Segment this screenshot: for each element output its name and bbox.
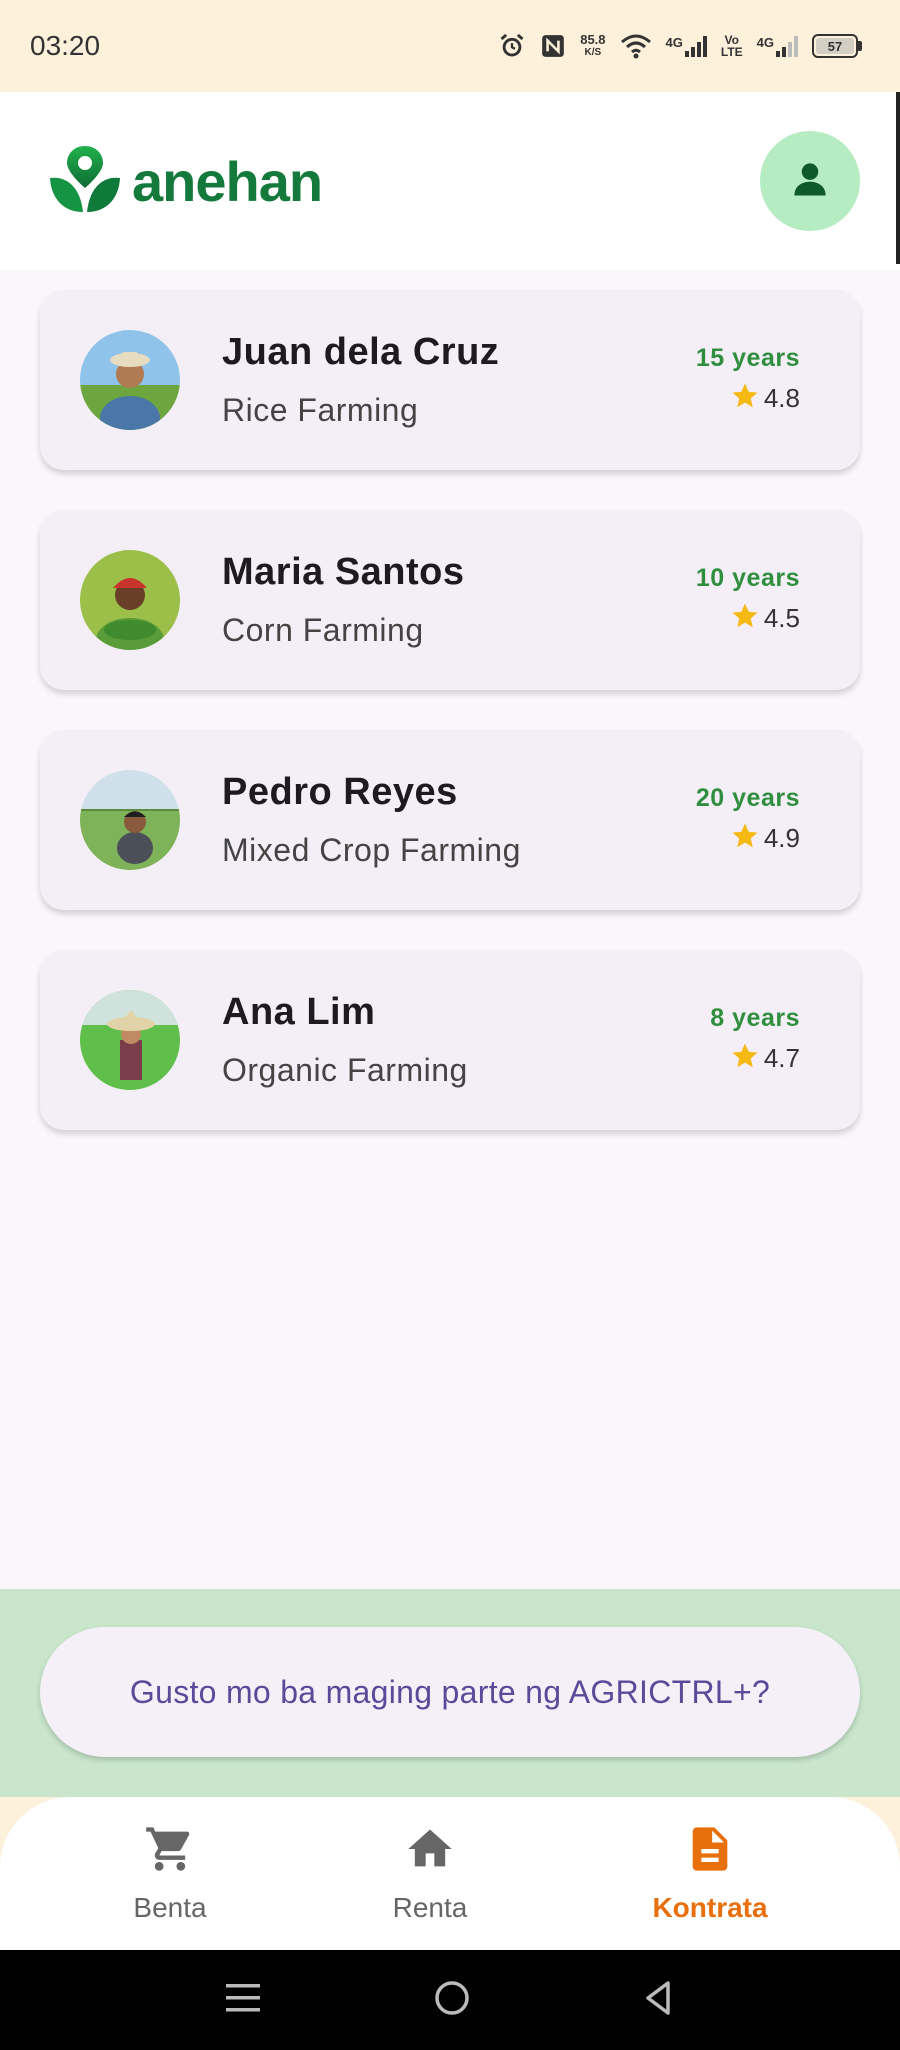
signal-bars-icon	[684, 35, 707, 57]
alarm-icon	[498, 32, 526, 60]
nav-item-kontrata[interactable]: Kontrata	[630, 1797, 790, 1950]
volte-badge: Vo LTE	[721, 34, 743, 58]
bottom-nav-container: Benta Renta Kontrata	[0, 1797, 900, 1950]
farmer-name: Pedro Reyes	[222, 771, 458, 813]
farmer-card[interactable]: Pedro Reyes Mixed Crop Farming 20 years …	[40, 730, 860, 910]
app-header: anehan	[0, 92, 900, 270]
status-bar: 03:20 85.8 K/S 4G Vo LTE 4G 57	[0, 0, 900, 92]
farming-type: Rice Farming	[222, 392, 419, 428]
star-icon	[730, 1041, 760, 1076]
farmer-name: Maria Santos	[222, 551, 465, 593]
farming-type: Organic Farming	[222, 1052, 468, 1088]
experience-years: 8 years	[710, 1004, 800, 1032]
net-speed-value: 85.8	[580, 32, 606, 47]
star-icon	[730, 821, 760, 856]
nav-item-benta[interactable]: Benta	[100, 1797, 240, 1950]
farmer-avatar	[80, 770, 180, 870]
battery-icon: 57	[812, 34, 862, 58]
experience-years: 10 years	[695, 564, 800, 592]
join-cta-button[interactable]: Gusto mo ba maging parte ng AGRICTRL+?	[40, 1627, 860, 1757]
status-icons: 85.8 K/S 4G Vo LTE 4G 57	[498, 32, 862, 60]
farmer-card[interactable]: Juan dela Cruz Rice Farming 15 years 4.8	[40, 290, 860, 470]
home-circle-icon[interactable]	[432, 1978, 472, 2023]
system-nav-bar	[0, 1950, 900, 2050]
network-type-2: 4G	[756, 35, 774, 50]
back-icon[interactable]	[640, 1978, 676, 2023]
net-speed: 85.8 K/S	[580, 33, 605, 59]
status-time: 03:20	[30, 30, 101, 61]
app-logo[interactable]: anehan	[48, 142, 323, 221]
rating-value: 4.9	[763, 823, 800, 853]
farmer-list: Juan dela Cruz Rice Farming 15 years 4.8…	[0, 270, 900, 1590]
scroll-indicator	[896, 92, 900, 264]
experience-years: 20 years	[695, 784, 800, 812]
battery-level: 57	[816, 38, 854, 54]
logo-text: anehan	[132, 149, 323, 213]
net-speed-unit: K/S	[584, 47, 602, 58]
network-type-1: 4G	[665, 35, 683, 50]
farmer-avatar	[80, 550, 180, 650]
wifi-icon	[620, 33, 652, 59]
nav-label-kontrata: Kontrata	[652, 1892, 768, 1923]
farming-type: Corn Farming	[222, 612, 424, 648]
profile-button[interactable]	[760, 131, 860, 231]
rating-value: 4.5	[763, 603, 800, 633]
farmer-avatar	[80, 990, 180, 1090]
nav-item-renta[interactable]: Renta	[360, 1797, 500, 1950]
star-icon	[730, 601, 760, 636]
rating-value: 4.7	[763, 1043, 800, 1073]
farmer-name: Ana Lim	[222, 991, 376, 1033]
person-icon	[788, 157, 832, 206]
farming-type: Mixed Crop Farming	[222, 832, 521, 868]
menu-icon[interactable]	[224, 1980, 264, 2021]
signal-bars-icon	[776, 35, 798, 57]
signal-1: 4G	[666, 35, 707, 57]
farmer-avatar	[80, 330, 180, 430]
logo-icon	[48, 142, 122, 221]
nav-label-renta: Renta	[392, 1892, 468, 1923]
home-icon	[404, 1823, 456, 1880]
cart-icon	[144, 1823, 196, 1880]
signal-2: 4G	[757, 35, 798, 57]
farmer-card[interactable]: Maria Santos Corn Farming 10 years 4.5	[40, 510, 860, 690]
nav-label-benta: Benta	[133, 1892, 207, 1923]
nfc-icon	[540, 33, 566, 59]
document-icon	[684, 1823, 736, 1880]
farmer-card[interactable]: Ana Lim Organic Farming 8 years 4.7	[40, 950, 860, 1130]
cta-section: Gusto mo ba maging parte ng AGRICTRL+?	[0, 1589, 900, 1797]
bottom-nav: Benta Renta Kontrata	[0, 1797, 900, 1950]
volte-bottom: LTE	[720, 45, 743, 59]
experience-years: 15 years	[695, 344, 800, 372]
farmer-name: Juan dela Cruz	[222, 331, 500, 373]
rating-value: 4.8	[763, 383, 800, 413]
star-icon	[730, 381, 760, 416]
